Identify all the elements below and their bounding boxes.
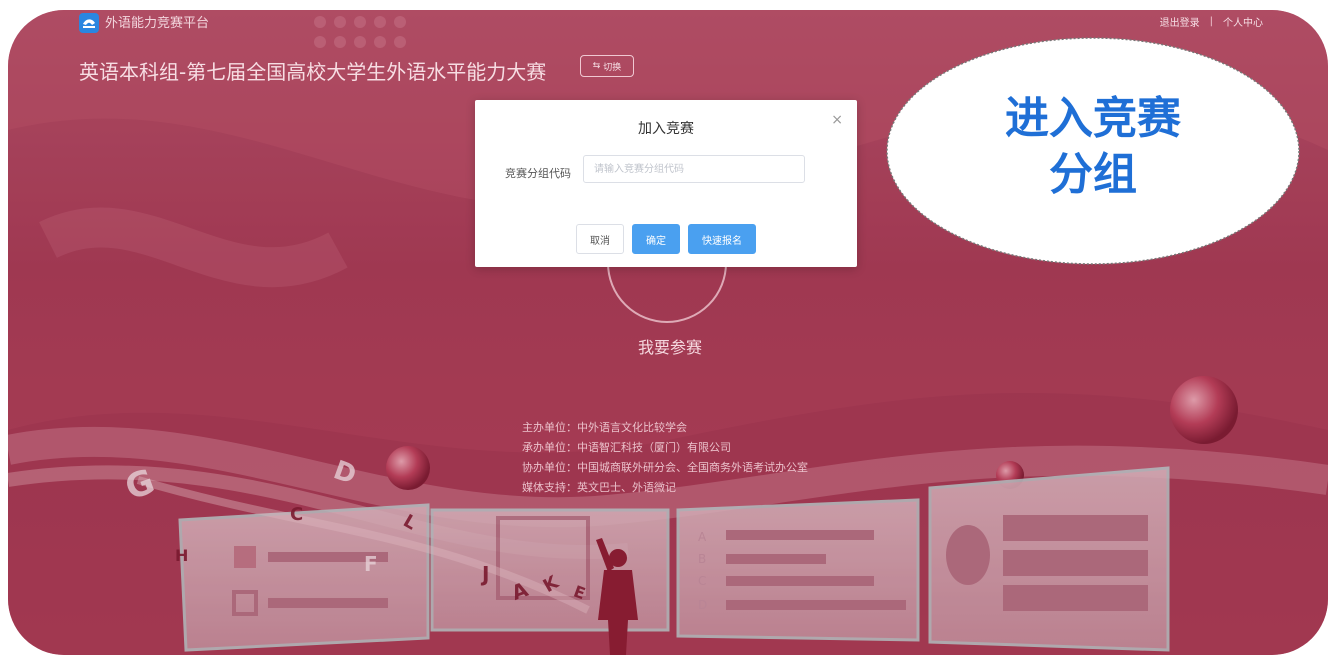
organizer-line: 媒体支持：英文巴士、外语微记: [522, 481, 676, 494]
organizer-info: 主办单位：中外语言文化比较学会 承办单位：中语智汇科技（厦门）有限公司 协办单位…: [522, 418, 808, 498]
platform-logo-icon[interactable]: [79, 13, 99, 33]
contest-title: 英语本科组-第七届全国高校大学生外语水平能力大赛: [79, 60, 547, 84]
close-icon[interactable]: ×: [831, 112, 843, 128]
platform-name[interactable]: 外语能力竞赛平台: [105, 12, 209, 31]
join-contest-dialog: 加入竞赛 × 竞赛分组代码 取消 确定 快速报名: [475, 100, 857, 267]
group-code-input[interactable]: [583, 155, 805, 183]
card-letter: A: [698, 530, 707, 544]
switch-button[interactable]: ⇆ 切换: [580, 55, 634, 77]
user-links: 退出登录 | 个人中心: [1160, 14, 1263, 29]
join-contest-label[interactable]: 我要参赛: [610, 334, 730, 358]
decorative-letter: C: [290, 504, 304, 525]
decorative-letter: H: [175, 546, 189, 565]
link-separator: |: [1209, 16, 1213, 27]
decorative-letter: J: [482, 562, 490, 586]
decorative-letter: F: [364, 552, 378, 576]
callout-line: 分组: [1049, 149, 1137, 200]
callout-text: 进入竞赛 分组: [884, 91, 1302, 203]
organizer-line: 协办单位：中国城商联外研分会、全国商务外语考试办公室: [522, 461, 808, 474]
confirm-button[interactable]: 确定: [632, 224, 680, 254]
organizer-line: 主办单位：中外语言文化比较学会: [522, 421, 687, 434]
callout-line: 进入竞赛: [1005, 93, 1181, 144]
card-letter: D: [698, 598, 708, 612]
group-code-label: 竞赛分组代码: [505, 167, 571, 180]
callout-bubble: 进入竞赛 分组: [884, 35, 1302, 267]
cancel-button[interactable]: 取消: [576, 224, 624, 254]
organizer-line: 承办单位：中语智汇科技（厦门）有限公司: [522, 441, 731, 454]
switch-label: 切换: [603, 62, 622, 73]
profile-link[interactable]: 个人中心: [1223, 14, 1263, 29]
dialog-title: 加入竞赛: [638, 121, 694, 137]
switch-icon: ⇆: [592, 61, 601, 71]
logout-link[interactable]: 退出登录: [1160, 14, 1200, 29]
card-letter: B: [698, 552, 707, 566]
card-letter: C: [698, 574, 707, 588]
quick-register-button[interactable]: 快速报名: [688, 224, 756, 254]
